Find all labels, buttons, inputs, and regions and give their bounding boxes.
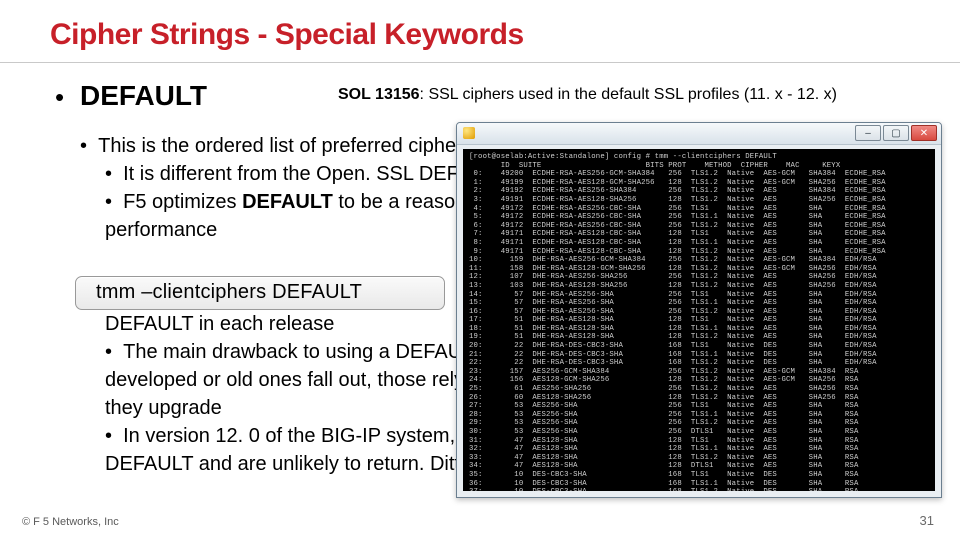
slide-title: Cipher Strings - Special Keywords (50, 18, 524, 52)
command-pill: tmm –clientciphers DEFAULT (75, 276, 445, 310)
window-maximize-button[interactable]: ▢ (883, 125, 909, 141)
window-minimize-button[interactable]: – (855, 125, 881, 141)
terminal-content[interactable]: [root@oselab:Active:Standalone] config #… (463, 149, 935, 491)
slide-number: 31 (920, 513, 934, 528)
terminal-window: – ▢ ✕ [root@oselab:Active:Standalone] co… (456, 122, 942, 498)
window-app-icon (463, 127, 475, 139)
b3b-pre: F5 optimizes (123, 191, 242, 213)
kb-id: SOL 13156 (338, 86, 420, 103)
window-close-button[interactable]: ✕ (911, 125, 937, 141)
footer-copyright: © F 5 Networks, Inc (22, 516, 119, 528)
b3b-strong: DEFAULT (242, 191, 333, 213)
bullet-dot-1: • (55, 82, 64, 113)
kb-reference: SOL 13156: SSL ciphers used in the defau… (338, 86, 837, 104)
window-titlebar[interactable]: – ▢ ✕ (457, 123, 941, 145)
title-rule (0, 62, 960, 63)
kb-desc: : SSL ciphers used in the default SSL pr… (420, 86, 837, 103)
heading-default: DEFAULT (80, 80, 207, 112)
